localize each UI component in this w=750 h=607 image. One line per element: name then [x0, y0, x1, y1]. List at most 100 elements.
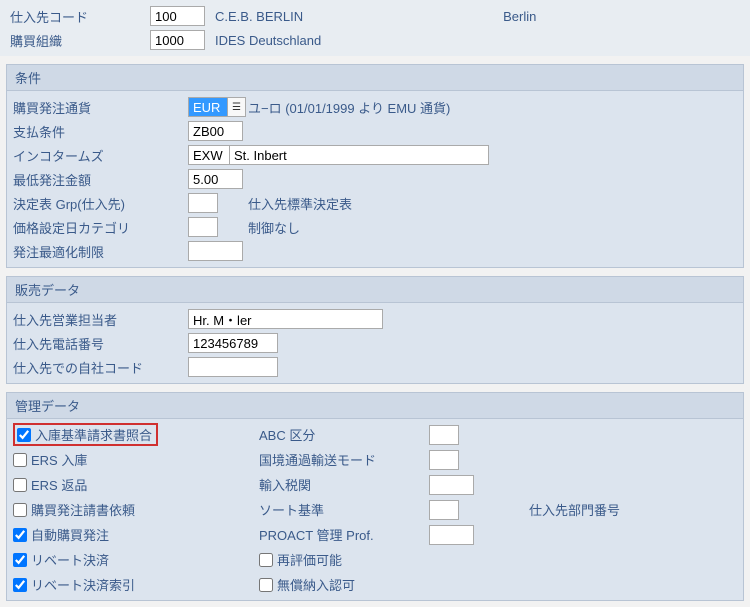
minorder-row: 最低発注金額 [13, 167, 737, 191]
customs-row: 輸入税関 [259, 473, 737, 496]
transport-label: 国境通過輸送モード [259, 450, 429, 469]
value-help-icon[interactable]: ☰ [228, 97, 246, 117]
reval-row: 再評価可能 [259, 548, 737, 571]
sales-title: 販売データ [7, 277, 743, 303]
reval-label: 再評価可能 [277, 550, 342, 569]
currency-label: 購買発注通貨 [13, 98, 188, 117]
incoterms-row: インコタームズ [13, 143, 737, 167]
mgmt-title: 管理データ [7, 393, 743, 419]
ers-in-checkbox[interactable] [13, 453, 27, 467]
pricedate-row: 価格設定日カテゴリ 制御なし [13, 215, 737, 239]
owncode-label: 仕入先での自社コード [13, 358, 188, 377]
ers-ret-checkbox[interactable] [13, 478, 27, 492]
purchorg-row: 購買組織 IDES Deutschland [10, 28, 740, 52]
proact-input[interactable] [429, 525, 474, 545]
rebateidx-checkbox[interactable] [13, 578, 27, 592]
header-section: 仕入先コード C.E.B. BERLIN Berlin 購買組織 IDES De… [0, 0, 750, 56]
payterms-input[interactable] [188, 121, 243, 141]
vendor-name-text: C.E.B. BERLIN [215, 9, 303, 24]
customs-input[interactable] [429, 475, 474, 495]
owncode-input[interactable] [188, 357, 278, 377]
rebate-row: リベート決済 [13, 548, 259, 571]
incoterms2-input[interactable] [229, 145, 489, 165]
abc-label: ABC 区分 [259, 425, 429, 444]
rebateidx-row: リベート決済索引 [13, 573, 259, 596]
abc-input[interactable] [429, 425, 459, 445]
sales-body: 仕入先営業担当者 仕入先電話番号 仕入先での自社コード [7, 303, 743, 383]
gr-iv-label: 入庫基準請求書照合 [35, 425, 154, 444]
rebate-checkbox[interactable] [13, 553, 27, 567]
mgmt-mid-col: ABC 区分 国境通過輸送モード 輸入税関 ソート基準 仕入先部門番号 [259, 423, 737, 596]
ers-in-label: ERS 入庫 [31, 450, 241, 469]
free-checkbox[interactable] [259, 578, 273, 592]
pricedate-label: 価格設定日カテゴリ [13, 218, 188, 237]
incoterms1-input[interactable] [188, 145, 230, 165]
reval-checkbox[interactable] [259, 553, 273, 567]
poreq-label: 購買発注請書依頼 [31, 500, 241, 519]
orderopt-row: 発注最適化制限 [13, 239, 737, 263]
rebateidx-label: リベート決済索引 [31, 575, 241, 594]
conditions-title: 条件 [7, 65, 743, 91]
owncode-row: 仕入先での自社コード [13, 355, 737, 379]
vendor-code-label: 仕入先コード [10, 7, 150, 26]
purchorg-desc-text: IDES Deutschland [215, 33, 321, 48]
sales-groupbox: 販売データ 仕入先営業担当者 仕入先電話番号 仕入先での自社コード [6, 276, 744, 384]
poreq-checkbox[interactable] [13, 503, 27, 517]
mgmt-left-col: 入庫基準請求書照合 ERS 入庫 ERS 返品 購買発注請書依頼 [13, 423, 259, 596]
phone-label: 仕入先電話番号 [13, 334, 188, 353]
mgmt-body: 入庫基準請求書照合 ERS 入庫 ERS 返品 購買発注請書依頼 [7, 419, 743, 600]
free-label: 無償納入認可 [277, 575, 355, 594]
ers-ret-label: ERS 返品 [31, 475, 241, 494]
pricedate-input[interactable] [188, 217, 218, 237]
transport-row: 国境通過輸送モード [259, 448, 737, 471]
purchorg-label: 購買組織 [10, 31, 150, 50]
customs-label: 輸入税関 [259, 475, 429, 494]
autopo-checkbox[interactable] [13, 528, 27, 542]
subrange-label: 仕入先部門番号 [529, 500, 620, 519]
ers-in-row: ERS 入庫 [13, 448, 259, 471]
sortkey-label: ソート基準 [259, 500, 429, 519]
autopo-label: 自動購買発注 [31, 525, 241, 544]
free-row: 無償納入認可 [259, 573, 737, 596]
currency-row: 購買発注通貨 ☰ ユ−ロ (01/01/1999 より EMU 通貨) [13, 95, 737, 119]
phone-row: 仕入先電話番号 [13, 331, 737, 355]
incoterms-label: インコタームズ [13, 146, 188, 165]
sortkey-row: ソート基準 仕入先部門番号 [259, 498, 737, 521]
vendor-code-input[interactable] [150, 6, 205, 26]
schema-input[interactable] [188, 193, 218, 213]
rebate-label: リベート決済 [31, 550, 241, 569]
currency-desc: ユ−ロ (01/01/1999 より EMU 通貨) [248, 98, 450, 117]
conditions-body: 購買発注通貨 ☰ ユ−ロ (01/01/1999 より EMU 通貨) 支払条件… [7, 91, 743, 267]
schema-row: 決定表 Grp(仕入先) 仕入先標準決定表 [13, 191, 737, 215]
orderopt-input[interactable] [188, 241, 243, 261]
vendor-row: 仕入先コード C.E.B. BERLIN Berlin [10, 4, 740, 28]
orderopt-label: 発注最適化制限 [13, 242, 188, 261]
salesperson-row: 仕入先営業担当者 [13, 307, 737, 331]
currency-input[interactable] [188, 97, 228, 117]
gr-iv-highlight: 入庫基準請求書照合 [13, 423, 158, 446]
sortkey-input[interactable] [429, 500, 459, 520]
ers-ret-row: ERS 返品 [13, 473, 259, 496]
autopo-row: 自動購買発注 [13, 523, 259, 546]
gr-iv-checkbox[interactable] [17, 428, 31, 442]
phone-input[interactable] [188, 333, 278, 353]
minorder-input[interactable] [188, 169, 243, 189]
proact-row: PROACT 管理 Prof. [259, 523, 737, 546]
pricedate-desc: 制御なし [248, 218, 300, 237]
conditions-groupbox: 条件 購買発注通貨 ☰ ユ−ロ (01/01/1999 より EMU 通貨) 支… [6, 64, 744, 268]
payterms-label: 支払条件 [13, 122, 188, 141]
proact-label: PROACT 管理 Prof. [259, 525, 429, 544]
payterms-row: 支払条件 [13, 119, 737, 143]
abc-row: ABC 区分 [259, 423, 737, 446]
schema-desc: 仕入先標準決定表 [248, 194, 352, 213]
transport-input[interactable] [429, 450, 459, 470]
schema-label: 決定表 Grp(仕入先) [13, 194, 188, 213]
poreq-row: 購買発注請書依頼 [13, 498, 259, 521]
purchorg-input[interactable] [150, 30, 205, 50]
mgmt-groupbox: 管理データ 入庫基準請求書照合 ERS 入庫 ERS 返品 [6, 392, 744, 601]
minorder-label: 最低発注金額 [13, 170, 188, 189]
salesperson-label: 仕入先営業担当者 [13, 310, 188, 329]
gr-iv-row: 入庫基準請求書照合 [13, 423, 259, 446]
vendor-city-text: Berlin [503, 9, 536, 24]
salesperson-input[interactable] [188, 309, 383, 329]
